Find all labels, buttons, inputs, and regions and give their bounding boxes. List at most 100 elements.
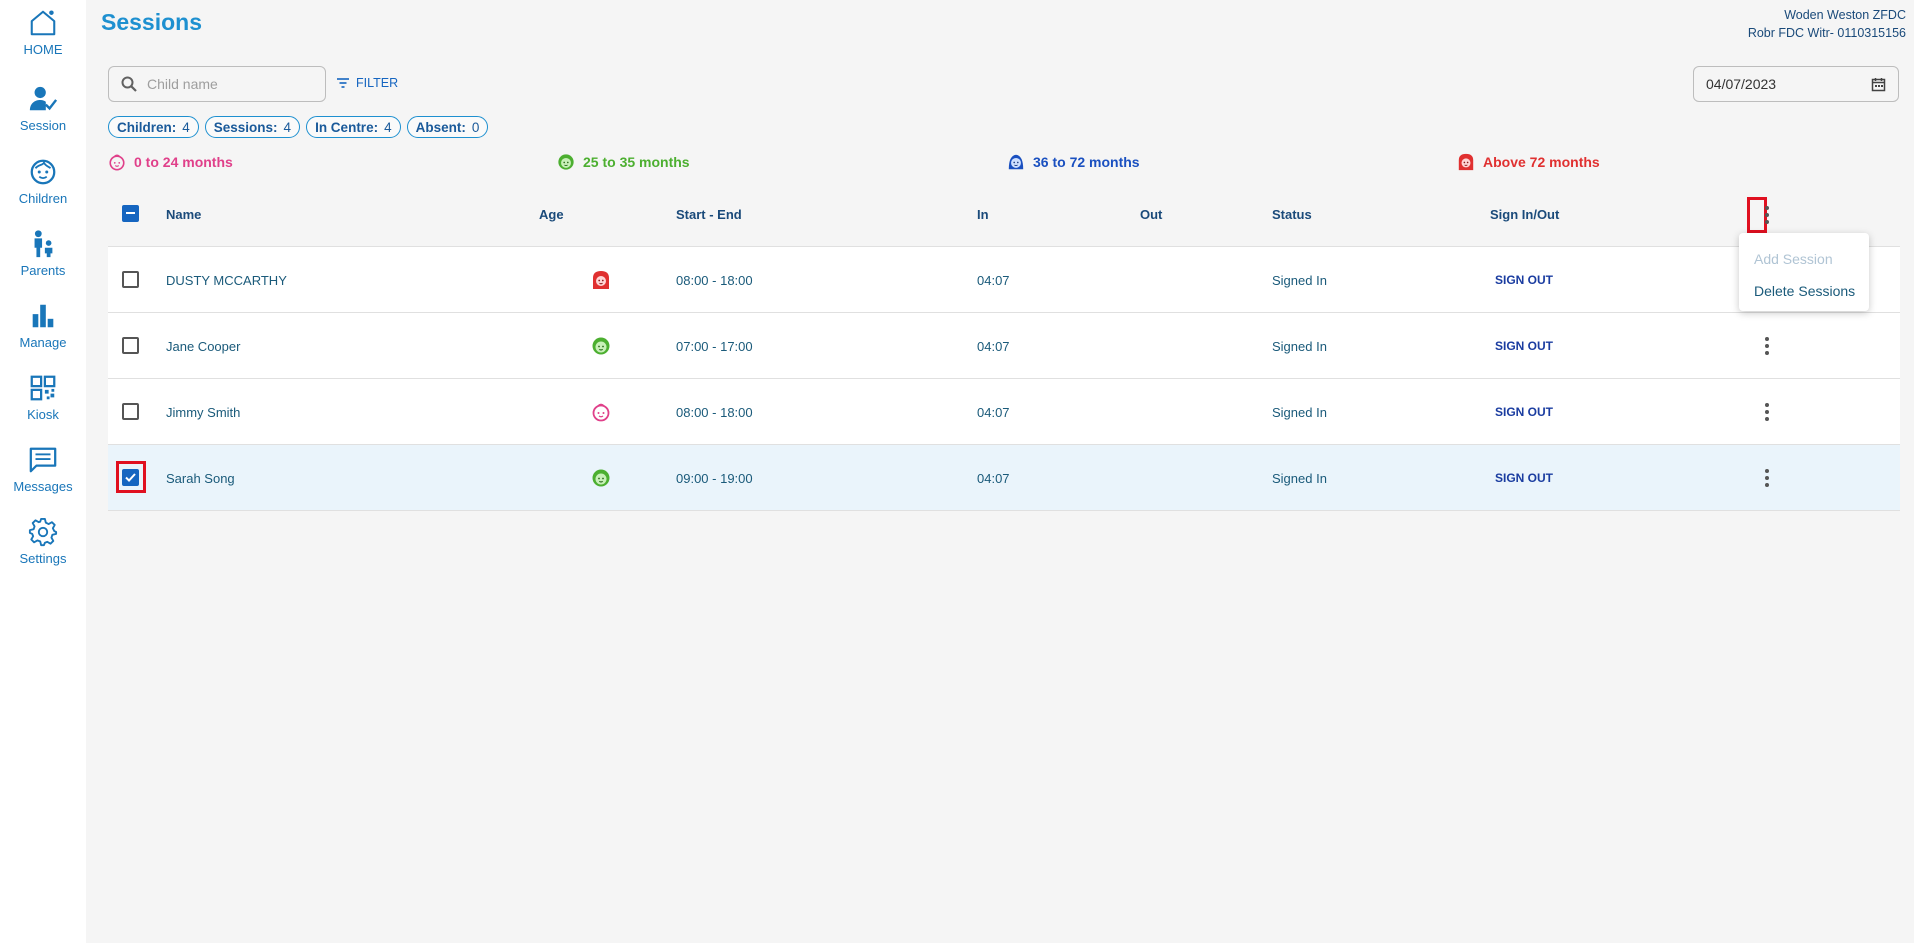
row-checkbox[interactable] xyxy=(122,469,139,486)
sessions-table: Name Age Start - End In Out Status Sign … xyxy=(108,187,1900,511)
chip-absent: Absent: 0 xyxy=(406,116,489,138)
session-icon xyxy=(29,86,58,111)
child-name[interactable]: Jimmy Smith xyxy=(166,405,240,420)
page-title: Sessions xyxy=(101,9,202,35)
sign-in-time: 04:07 xyxy=(977,273,1010,288)
sign-out-button[interactable]: SIGN OUT xyxy=(1495,339,1553,353)
column-header-age[interactable]: Age xyxy=(539,207,564,222)
qr-code-icon xyxy=(30,375,56,401)
sidebar-item-label: Parents xyxy=(20,263,66,278)
sign-out-button[interactable]: SIGN OUT xyxy=(1495,405,1553,419)
row-more-options-button[interactable] xyxy=(1757,334,1777,358)
row-more-options-button[interactable] xyxy=(1757,400,1777,424)
checkmark-icon xyxy=(125,473,136,482)
status-text: Signed In xyxy=(1272,273,1327,288)
sign-in-time: 04:07 xyxy=(977,405,1010,420)
sidebar-item-label: Children xyxy=(18,191,68,206)
home-icon xyxy=(30,10,56,36)
child-name[interactable]: DUSTY MCCARTHY xyxy=(166,273,287,288)
filter-label: FILTER xyxy=(356,76,399,90)
search-box[interactable] xyxy=(108,66,326,102)
parent-child-icon xyxy=(34,230,53,258)
row-more-options-button[interactable] xyxy=(1757,466,1777,490)
select-all-checkbox[interactable] xyxy=(122,205,139,222)
child-name[interactable]: Jane Cooper xyxy=(166,339,240,354)
column-header-name[interactable]: Name xyxy=(166,207,201,222)
column-header-out[interactable]: Out xyxy=(1140,207,1162,222)
chip-children: Children: 4 xyxy=(108,116,199,138)
table-row[interactable]: Sarah Song 09:00 - 19:00 04:07 Signed In… xyxy=(108,445,1900,511)
header-more-options-button[interactable] xyxy=(1757,203,1777,227)
session-time: 09:00 - 19:00 xyxy=(676,471,753,486)
legend-preschooler: 36 to 72 months xyxy=(1007,153,1140,171)
table-row[interactable]: Jane Cooper 07:00 - 17:00 04:07 Signed I… xyxy=(108,313,1900,379)
status-text: Signed In xyxy=(1272,339,1327,354)
chip-in-centre: In Centre: 4 xyxy=(306,116,401,138)
gear-icon xyxy=(28,517,58,547)
sidebar-item-home[interactable]: HOME xyxy=(0,8,86,74)
filter-button[interactable]: FILTER xyxy=(336,76,398,90)
date-picker[interactable]: 04/07/2023 xyxy=(1693,66,1899,102)
row-checkbox[interactable] xyxy=(122,271,139,288)
sidebar-item-kiosk[interactable]: Kiosk xyxy=(0,373,86,439)
toddler-icon xyxy=(558,154,574,170)
school-age-icon xyxy=(593,271,609,289)
sidebar-item-label: Kiosk xyxy=(27,407,59,422)
sidebar-item-label: Settings xyxy=(19,551,67,566)
chip-sessions: Sessions: 4 xyxy=(204,116,301,138)
legend-infant: 0 to 24 months xyxy=(108,153,233,171)
status-text: Signed In xyxy=(1272,405,1327,420)
search-input[interactable] xyxy=(147,76,307,92)
sign-out-button[interactable]: SIGN OUT xyxy=(1495,471,1553,485)
sidebar-item-label: HOME xyxy=(23,42,63,57)
column-header-status[interactable]: Status xyxy=(1272,207,1312,222)
child-name[interactable]: Sarah Song xyxy=(166,471,235,486)
sidebar-item-messages[interactable]: Messages xyxy=(0,445,86,511)
sidebar-item-children[interactable]: Children xyxy=(0,157,86,223)
search-icon xyxy=(121,76,137,92)
table-row[interactable]: DUSTY MCCARTHY 08:00 - 18:00 04:07 Signe… xyxy=(108,247,1900,313)
sidebar-item-session[interactable]: Session xyxy=(0,84,86,150)
sidebar-item-label: Manage xyxy=(19,335,67,350)
table-row[interactable]: Jimmy Smith 08:00 - 18:00 04:07 Signed I… xyxy=(108,379,1900,445)
sidebar-item-label: Session xyxy=(19,118,67,133)
date-value: 04/07/2023 xyxy=(1706,76,1777,92)
organisation-id: Robr FDC Witr- 0110315156 xyxy=(1747,26,1906,40)
menu-item-delete-sessions[interactable]: Delete Sessions xyxy=(1739,275,1869,307)
legend-school-age: Above 72 months xyxy=(1457,153,1600,171)
calendar-icon[interactable] xyxy=(1871,77,1886,92)
sidebar-item-settings[interactable]: Settings xyxy=(0,517,86,583)
status-text: Signed In xyxy=(1272,471,1327,486)
sidebar-item-parents[interactable]: Parents xyxy=(0,229,86,295)
sign-in-time: 04:07 xyxy=(977,339,1010,354)
infant-icon xyxy=(592,403,610,422)
sidebar-item-label: Messages xyxy=(13,479,73,494)
column-header-in[interactable]: In xyxy=(977,207,989,222)
toddler-icon xyxy=(592,337,610,355)
bar-chart-icon xyxy=(32,304,54,328)
organisation-name: Woden Weston ZFDC xyxy=(1784,8,1906,22)
school-age-icon xyxy=(1458,153,1474,171)
legend-toddler: 25 to 35 months xyxy=(557,153,690,171)
sidebar: HOME Session Children Parents Manage Kio… xyxy=(0,0,86,943)
organisation-info: Woden Weston ZFDC Robr FDC Witr- 0110315… xyxy=(1748,6,1906,42)
sign-out-button[interactable]: SIGN OUT xyxy=(1495,273,1553,287)
row-checkbox[interactable] xyxy=(122,403,139,420)
toddler-icon xyxy=(592,469,610,487)
filter-icon xyxy=(337,78,349,88)
session-time: 07:00 - 17:00 xyxy=(676,339,753,354)
sidebar-item-manage[interactable]: Manage xyxy=(0,301,86,367)
message-icon xyxy=(29,447,57,473)
column-header-sign-in-out[interactable]: Sign In/Out xyxy=(1490,207,1559,222)
table-header: Name Age Start - End In Out Status Sign … xyxy=(108,187,1900,247)
child-face-icon xyxy=(30,159,56,185)
menu-item-add-session: Add Session xyxy=(1754,251,1833,267)
preschooler-icon xyxy=(1008,154,1024,170)
row-checkbox[interactable] xyxy=(122,337,139,354)
session-time: 08:00 - 18:00 xyxy=(676,273,753,288)
more-options-menu: Add Session Delete Sessions xyxy=(1739,233,1869,311)
infant-icon xyxy=(109,154,125,171)
summary-chips: Children: 4 Sessions: 4 In Centre: 4 Absent… xyxy=(108,116,489,138)
sign-in-time: 04:07 xyxy=(977,471,1010,486)
column-header-start-end[interactable]: Start - End xyxy=(676,207,742,222)
